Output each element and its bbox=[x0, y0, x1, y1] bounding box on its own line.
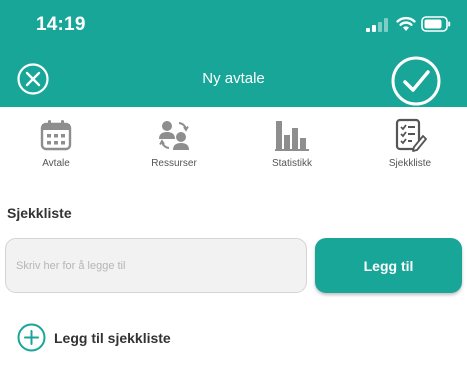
checklist-item-input[interactable] bbox=[5, 238, 307, 293]
checklist-icon bbox=[395, 118, 427, 152]
calendar-icon bbox=[40, 120, 72, 151]
tab-ressurser-label: Ressurser bbox=[151, 158, 197, 169]
tab-avtale[interactable]: Avtale bbox=[6, 107, 106, 177]
status-time: 14:19 bbox=[36, 14, 86, 35]
app-header: 14:19 Ny avtale bbox=[0, 0, 467, 107]
plus-circle-icon bbox=[17, 323, 46, 352]
tab-sjekkliste[interactable]: Sjekkliste bbox=[360, 107, 460, 177]
confirm-checkmark-icon[interactable] bbox=[391, 56, 441, 106]
tab-bar: Avtale Ressurser Statistikk Sjekkliste bbox=[0, 107, 467, 177]
tab-avtale-label: Avtale bbox=[42, 158, 70, 169]
wifi-icon bbox=[396, 16, 416, 31]
bar-chart-icon bbox=[275, 121, 309, 151]
battery-icon bbox=[421, 16, 451, 32]
people-icon bbox=[159, 121, 189, 150]
cellular-signal-icon bbox=[366, 18, 388, 32]
tab-statistikk-label: Statistikk bbox=[271, 158, 312, 169]
section-title: Sjekkliste bbox=[7, 205, 72, 221]
add-item-button[interactable]: Legg til bbox=[315, 238, 462, 293]
tab-ressurser[interactable]: Ressurser bbox=[124, 107, 224, 177]
tab-statistikk[interactable]: Statistikk bbox=[242, 107, 342, 177]
add-checklist-button[interactable]: Legg til sjekkliste bbox=[17, 323, 217, 353]
add-checklist-label: Legg til sjekkliste bbox=[54, 330, 171, 346]
tab-sjekkliste-label: Sjekkliste bbox=[388, 158, 432, 169]
